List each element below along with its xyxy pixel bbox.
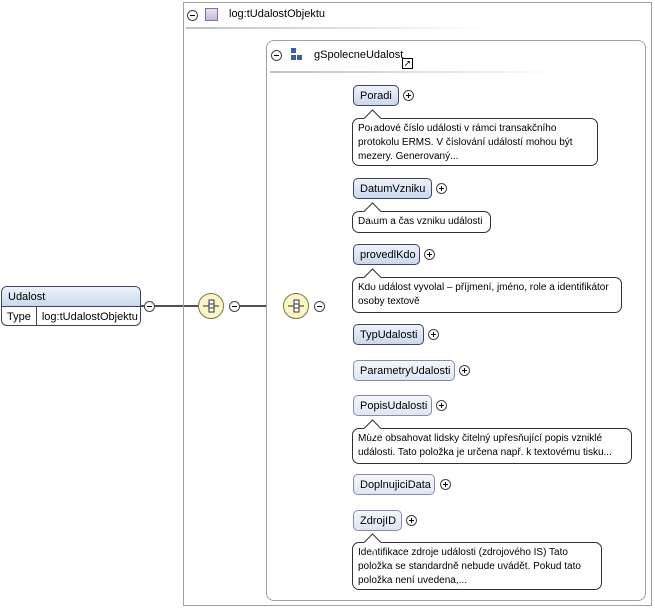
collapse-group-icon[interactable]	[271, 50, 282, 61]
note-zdrojid: Identifikace zdroje události (zdrojového…	[352, 542, 602, 590]
expand-typudalosti-icon[interactable]	[428, 329, 439, 340]
expand-parametryudalosti-icon[interactable]	[459, 365, 470, 376]
group-title: gSpolecneUdalost	[314, 49, 404, 61]
element-datumvzniku[interactable]: DatumVzniku	[353, 178, 432, 199]
expand-provedlkdo-icon[interactable]	[424, 249, 435, 260]
group-icon	[291, 48, 302, 60]
inner-sequence-compositor-icon[interactable]	[283, 293, 309, 319]
root-type-value: log:tUdalostObjektu	[41, 311, 138, 323]
expand-zdrojid-icon[interactable]	[406, 515, 417, 526]
root-element-name: Udalost	[2, 287, 140, 307]
note-provedlkdo: Kdo událost vyvolal – příjmení, jméno, r…	[352, 277, 622, 313]
element-parametryudalosti[interactable]: ParametryUdalosti	[353, 360, 455, 381]
expand-datumvzniku-icon[interactable]	[436, 183, 447, 194]
expand-doplnujicidata-icon[interactable]	[440, 479, 451, 490]
collapse-sequence-icon[interactable]	[229, 301, 240, 312]
element-provedlkdo[interactable]: provedlKdo	[353, 244, 420, 265]
root-type-label: Type	[2, 307, 37, 325]
element-poradi[interactable]: Poradi	[353, 85, 399, 106]
element-popisudalosti[interactable]: PopisUdalosti	[353, 395, 432, 416]
reference-arrow-icon[interactable]: ➚	[402, 58, 413, 69]
collapse-type-icon[interactable]	[187, 10, 198, 21]
expand-popisudalosti-icon[interactable]	[436, 400, 447, 411]
root-element[interactable]: Udalost Type log:tUdalostObjektu	[1, 286, 141, 326]
group-title-divider	[270, 71, 560, 73]
element-zdrojid[interactable]: ZdrojID	[353, 510, 402, 531]
collapse-root-icon[interactable]	[144, 301, 155, 312]
complex-type-icon	[205, 8, 218, 21]
note-poradi: Pořadové číslo události v rámci transakč…	[352, 118, 598, 166]
note-popisudalosti: Může obsahovat lidsky čitelný upřesňujíc…	[352, 428, 632, 464]
root-type-row: Type log:tUdalostObjektu	[2, 307, 140, 325]
complex-type-title: log:tUdalostObjektu	[229, 8, 325, 20]
collapse-inner-sequence-icon[interactable]	[314, 301, 325, 312]
element-doplnujicidata[interactable]: DoplnujiciData	[353, 474, 435, 495]
element-typudalosti[interactable]: TypUdalosti	[353, 324, 424, 345]
type-title-divider	[186, 27, 486, 29]
sequence-compositor-icon[interactable]	[198, 293, 224, 319]
expand-poradi-icon[interactable]	[403, 90, 414, 101]
